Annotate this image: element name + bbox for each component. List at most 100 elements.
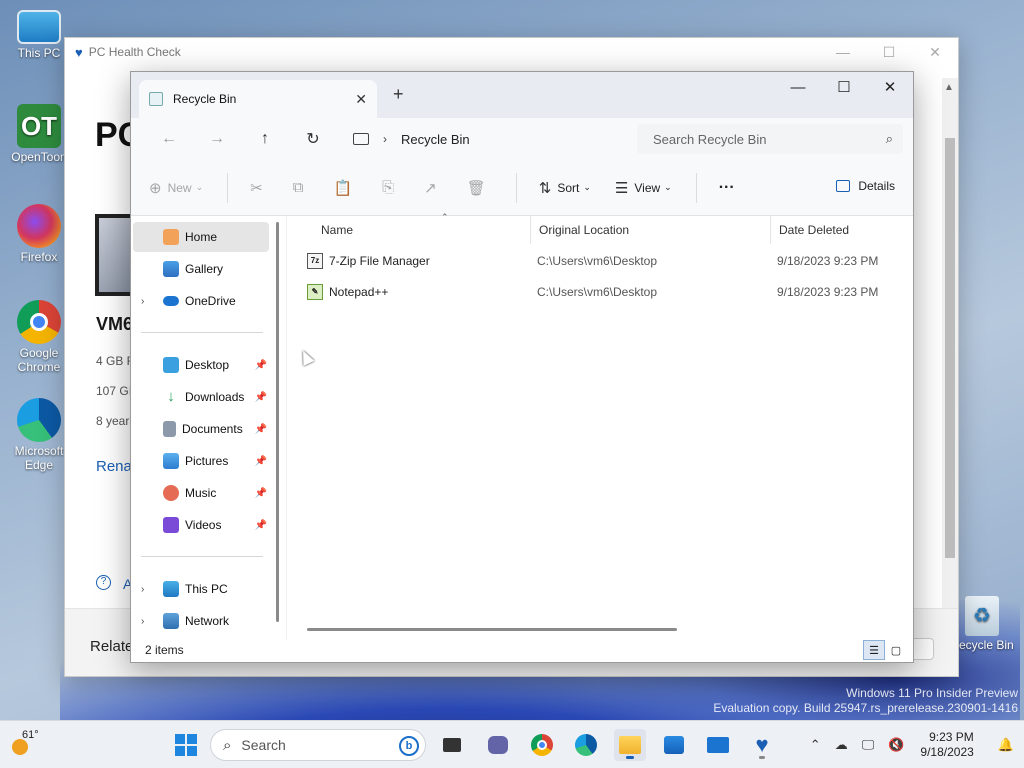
trash-icon: 🗑 <box>466 179 486 197</box>
nav-item-music[interactable]: Music 📌 <box>133 478 269 508</box>
file-name-cell: ✎ Notepad++ <box>307 277 388 307</box>
details-pane-button[interactable]: Details <box>836 179 895 193</box>
new-tab-button[interactable]: + <box>393 84 404 105</box>
mail-taskbar-button[interactable] <box>702 729 734 761</box>
pin-icon[interactable]: 📌 <box>255 456 267 467</box>
chrome-taskbar-button[interactable] <box>526 729 558 761</box>
details-pane-icon <box>836 180 851 192</box>
delete-button[interactable]: 🗑 <box>467 179 492 197</box>
navigation-pane[interactable]: Home Gallery › OneDrive Desktop 📌 ↓ Down… <box>131 216 287 640</box>
up-button[interactable]: ↑ <box>241 130 289 148</box>
close-button[interactable]: ✕ <box>867 72 913 102</box>
search-icon: ⌕ <box>885 131 893 146</box>
notification-bell-icon[interactable]: 🔔 <box>998 737 1014 753</box>
tab-recycle-bin[interactable]: Recycle Bin ✕ <box>139 80 377 118</box>
video-icon <box>163 517 179 533</box>
recycle-bin-icon: ♻ <box>965 596 999 636</box>
weather-widget[interactable]: 61° <box>10 729 50 761</box>
nav-item-this-pc[interactable]: › This PC <box>133 574 269 604</box>
chevron-right-icon[interactable]: › <box>141 616 155 627</box>
details-view-icon[interactable]: ☰ <box>863 640 885 660</box>
file-row[interactable]: ✎ Notepad++ C:\Users\vm6\Desktop 9/18/20… <box>287 277 913 307</box>
rename-link[interactable]: Rena <box>96 458 132 475</box>
edge-icon <box>17 398 61 442</box>
pin-icon[interactable]: 📌 <box>255 392 267 403</box>
tiles-view-icon[interactable]: ▢ <box>885 640 907 660</box>
column-header-name[interactable]: ⌃ Name <box>313 212 531 244</box>
scroll-up-icon[interactable]: ▲ <box>944 82 954 93</box>
taskbar-search[interactable]: ⌕ Search b <box>210 729 426 761</box>
help-icon[interactable]: ? <box>96 575 111 590</box>
more-options-button[interactable]: ··· <box>719 179 735 197</box>
file-explorer-taskbar-button[interactable] <box>614 729 646 761</box>
chevron-right-icon[interactable]: › <box>383 132 387 146</box>
back-button[interactable]: ← <box>145 130 193 148</box>
pin-icon[interactable]: 📌 <box>255 360 267 371</box>
nav-item-pictures[interactable]: Pictures 📌 <box>133 446 269 476</box>
rename-button[interactable]: ⎘ <box>382 179 400 196</box>
sort-icon: ⇅ <box>538 179 552 197</box>
nav-scrollbar[interactable] <box>276 222 279 622</box>
scissors-icon: ✂ <box>250 179 263 197</box>
nav-item-gallery[interactable]: Gallery <box>133 254 269 284</box>
clipboard-icon: 📋 <box>333 179 353 197</box>
chevron-up-icon[interactable]: ⌃ <box>810 737 821 753</box>
network-status-icon[interactable]: 🖵 <box>862 737 875 753</box>
column-header-row: ⌃ Name Original Location Date Deleted <box>287 212 913 244</box>
search-input[interactable]: Search Recycle Bin ⌕ <box>637 124 903 154</box>
file-location-cell: C:\Users\vm6\Desktop <box>537 254 658 268</box>
nav-item-documents[interactable]: Documents 📌 <box>133 414 269 444</box>
file-list-pane[interactable]: ⌃ Name Original Location Date Deleted 7z… <box>287 212 913 640</box>
sort-button[interactable]: ⇅ Sort ⌄ <box>539 179 591 197</box>
cut-button[interactable]: ✂ <box>250 179 269 197</box>
system-tray: ⌃ ☁ 🖵 🔇 9:23 PM 9/18/2023 🔔 <box>796 721 1024 768</box>
view-button[interactable]: ☰ View ⌄ <box>615 179 672 197</box>
pin-icon[interactable]: 📌 <box>255 520 267 531</box>
chevron-right-icon[interactable]: › <box>141 584 155 595</box>
search-icon: ⌕ <box>223 736 232 754</box>
cloud-status-icon[interactable]: ☁ <box>835 737 848 753</box>
health-close-button[interactable]: ✕ <box>912 38 958 66</box>
forward-button[interactable]: → <box>193 130 241 148</box>
edge-taskbar-button[interactable] <box>570 729 602 761</box>
nav-item-home[interactable]: Home <box>133 222 269 252</box>
share-button[interactable]: ↗ <box>424 179 443 197</box>
column-header-date[interactable]: Date Deleted <box>771 216 913 244</box>
refresh-button[interactable]: ↻ <box>289 129 337 149</box>
address-bar[interactable]: › Recycle Bin <box>345 124 617 154</box>
clock[interactable]: 9:23 PM 9/18/2023 <box>920 730 973 760</box>
health-scrollbar[interactable]: ▲ <box>942 78 958 608</box>
teams-chat-button[interactable] <box>482 729 514 761</box>
task-view-button[interactable] <box>436 729 468 761</box>
nav-item-downloads[interactable]: ↓ Downloads 📌 <box>133 382 269 412</box>
file-row[interactable]: 7z 7-Zip File Manager C:\Users\vm6\Deskt… <box>287 246 913 276</box>
tab-close-icon[interactable]: ✕ <box>355 91 367 108</box>
copy-button[interactable]: ⧉ <box>293 179 310 196</box>
volume-muted-icon[interactable]: 🔇 <box>888 737 904 753</box>
health-scroll-thumb[interactable] <box>945 138 955 558</box>
device-image <box>95 214 131 296</box>
edge-icon <box>575 734 597 756</box>
store-taskbar-button[interactable] <box>658 729 690 761</box>
minimize-button[interactable]: — <box>775 72 821 102</box>
chevron-right-icon[interactable]: › <box>141 296 155 307</box>
health-minimize-button[interactable]: — <box>820 38 866 66</box>
weather-sun-icon <box>12 739 28 755</box>
new-button[interactable]: ⊕ New ⌄ <box>149 179 203 197</box>
pin-icon[interactable]: 📌 <box>255 424 267 435</box>
horizontal-scrollbar[interactable] <box>307 628 677 631</box>
nav-item-network[interactable]: › Network <box>133 606 269 636</box>
7zip-icon: 7z <box>307 253 323 269</box>
pc-health-taskbar-button[interactable]: ♥ <box>746 729 778 761</box>
nav-item-desktop[interactable]: Desktop 📌 <box>133 350 269 380</box>
related-links-heading: Relate <box>90 638 134 655</box>
pin-icon[interactable]: 📌 <box>255 488 267 499</box>
nav-item-onedrive[interactable]: › OneDrive <box>133 286 269 316</box>
maximize-button[interactable]: ☐ <box>821 72 867 102</box>
paste-button[interactable]: 📋 <box>333 179 358 197</box>
column-header-location[interactable]: Original Location <box>531 216 771 244</box>
start-button[interactable] <box>170 729 202 761</box>
network-icon <box>163 613 179 629</box>
health-maximize-button[interactable]: ☐ <box>866 38 912 66</box>
nav-item-videos[interactable]: Videos 📌 <box>133 510 269 540</box>
